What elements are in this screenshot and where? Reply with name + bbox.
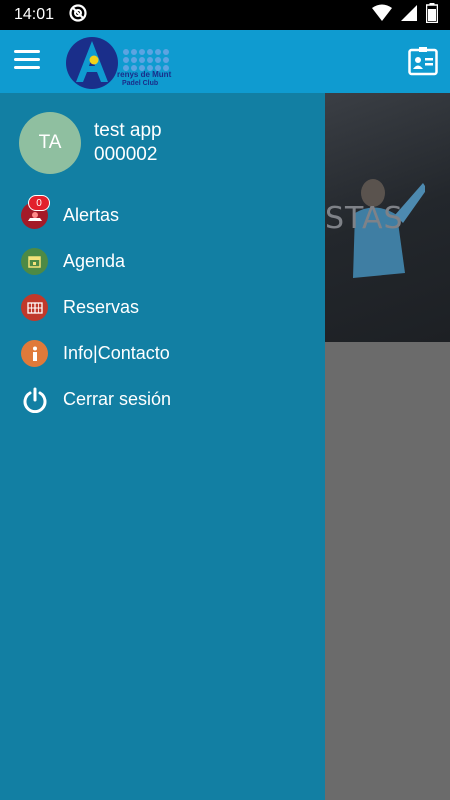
logo-text-bottom: Padel Club [122,80,159,87]
wifi-icon [372,4,392,27]
drawer-item-label: Cerrar sesión [63,389,172,409]
do-not-disturb-icon [68,3,88,28]
drawer-item-info-contacto[interactable]: Info|Contacto [0,333,325,373]
info-icon [21,340,48,367]
user-id: 000002 [94,144,158,165]
court-icon [21,294,48,321]
drawer-item-alertas[interactable]: 0 Alertas [0,195,325,235]
drawer-item-reservas[interactable]: Reservas [0,287,325,327]
alert-count-badge: 0 [28,195,50,211]
calendar-icon [21,248,48,275]
signal-icon [400,4,418,27]
user-name: test app [94,120,162,141]
app-bar: renys de Munt Padel Club [0,30,450,93]
drawer-item-cerrar-sesion[interactable]: Cerrar sesión [0,379,325,419]
status-time: 14:01 [14,6,55,23]
id-card-icon [408,47,438,76]
drawer-item-label: Info|Contacto [63,343,170,363]
drawer-item-agenda[interactable]: Agenda [0,241,325,281]
background-content: STAS [325,93,450,800]
drawer-item-label: Agenda [63,251,126,271]
hamburger-menu-button[interactable] [14,50,40,72]
logo-text-top: renys de Munt [117,70,172,79]
battery-icon [425,2,439,28]
drawer-item-label: Reservas [63,297,140,317]
navigation-drawer: TA test app 000002 0 Alertas Agenda Rese… [0,93,325,800]
avatar[interactable]: TA [19,112,81,174]
hero-title: STAS [325,201,404,236]
hero-banner: STAS [325,93,450,342]
member-card-button[interactable] [408,46,438,76]
status-bar: 14:01 [0,0,450,30]
drawer-item-label: Alertas [63,205,120,225]
power-icon [21,386,48,413]
